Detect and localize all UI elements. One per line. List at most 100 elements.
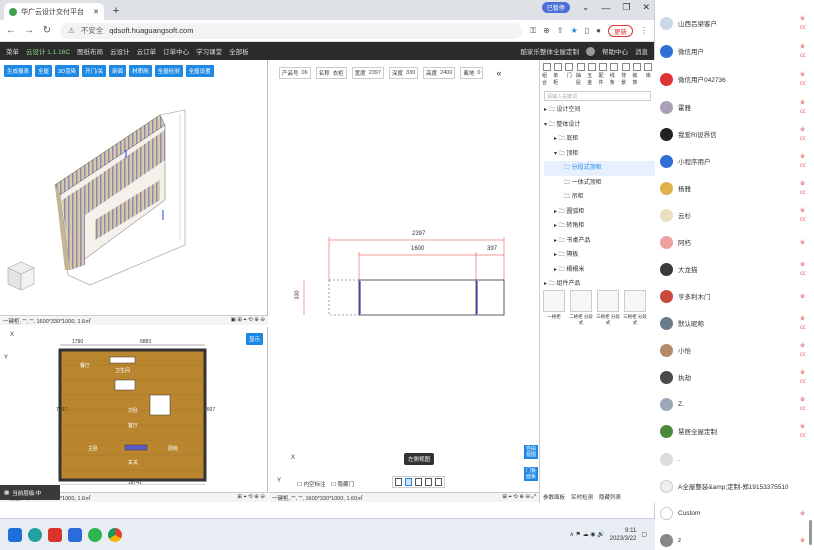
chat-item[interactable]: 微信用户 ※ ㏄ xyxy=(660,41,812,61)
url-bar[interactable]: ⚠ 不安全 qdsoft.huaguangsoft.com xyxy=(60,22,523,39)
view-tools-icon[interactable]: ▣ ⊞ ⌖ ⟲ ⊕ ⊖ xyxy=(231,317,265,324)
appbar-right-item[interactable]: 消息 xyxy=(635,46,648,56)
tree-item[interactable]: ▸ 🗀 转角柜 xyxy=(544,219,655,234)
category-item[interactable]: 背景 xyxy=(621,63,630,86)
category-item[interactable]: 单柜 xyxy=(553,63,562,86)
panel-link[interactable]: 隐藏列表 xyxy=(599,493,621,501)
chat-item[interactable]: 小怡 ※ ㏄ xyxy=(660,340,812,360)
appbar-item[interactable]: 全部板 xyxy=(229,46,249,56)
chat-item[interactable]: 阿朽 ※ xyxy=(660,232,812,252)
free-view-button[interactable]: 自由视图 xyxy=(524,445,538,459)
elev-tools-icon[interactable]: ⊞ ⌖ ⟲ ⊕ ⊖ ⤢ xyxy=(502,494,536,501)
level-indicator[interactable]: ▦ 当前层级:中 xyxy=(0,485,60,500)
tray-icons[interactable]: ∧ ⚑ ☁ ◉ 🔊 xyxy=(569,531,604,538)
appbar-item[interactable]: 云订单 xyxy=(137,46,157,56)
param-field[interactable]: 深度 330 xyxy=(388,67,419,79)
new-tab-button[interactable]: + xyxy=(109,4,123,18)
tab-search-icon[interactable]: ⌄ xyxy=(582,2,590,13)
product-thumb[interactable]: 二格柜 分段式 xyxy=(569,290,593,326)
tree-item[interactable]: ▸ 🗀 设计空间 xyxy=(544,103,655,118)
clock[interactable]: 9:11 2023/3/22 xyxy=(610,527,637,543)
chat-item[interactable]: 杨雅 ※ ㏄ xyxy=(660,178,812,198)
door-panel-button[interactable]: 门板面板 xyxy=(524,467,538,481)
param-field[interactable]: 高度 2400 xyxy=(423,67,456,79)
plan-tools-icon[interactable]: ⊞ ⌖ ⟲ ⊕ ⊖ xyxy=(237,494,265,501)
user-avatar[interactable] xyxy=(586,46,595,56)
appbar-item[interactable]: 学习课堂 xyxy=(196,46,222,56)
back-view-icon[interactable] xyxy=(435,478,442,486)
category-item[interactable]: 组合 xyxy=(542,63,551,86)
edge-icon[interactable] xyxy=(28,527,42,542)
param-field[interactable]: 离地 0 xyxy=(460,67,484,79)
chat-item[interactable]: 执劫 ※ ㏄ xyxy=(660,367,812,387)
panel-link[interactable]: 参数面板 xyxy=(543,493,565,501)
notification-icon[interactable]: ▢ xyxy=(641,531,647,538)
category-item[interactable]: 门 xyxy=(565,63,574,86)
panel-link[interactable]: 实时检测 xyxy=(571,493,593,501)
update-button[interactable]: 更新 xyxy=(608,24,633,37)
chat-item[interactable]: 默认昵称 ※ ㏄ xyxy=(660,313,812,333)
category-item[interactable]: 装饰 xyxy=(632,63,642,86)
browser-tab[interactable]: 华广云设计交付平台 ✕ xyxy=(4,3,104,20)
product-thumb[interactable]: 三格柜 分段式 xyxy=(623,290,647,326)
chat-item[interactable]: z ※ xyxy=(660,530,812,550)
right-view-icon[interactable] xyxy=(415,478,422,486)
category-item[interactable]: 五金 xyxy=(587,63,596,86)
tree-item[interactable]: ▸ 🗀 隔板 xyxy=(544,248,655,263)
warning-icon[interactable]: ⚠ xyxy=(68,26,75,35)
mail-icon[interactable] xyxy=(68,527,82,542)
collapse-icon[interactable]: « xyxy=(496,68,501,78)
reload-icon[interactable]: ↻ xyxy=(42,25,52,36)
profile-button[interactable]: 已暂停 xyxy=(541,2,570,13)
param-field[interactable]: 名称 衣柜 xyxy=(315,67,347,79)
tree-item[interactable]: ▸ 🗀 书桌产品 xyxy=(544,234,655,249)
account-icon[interactable]: ● xyxy=(596,26,601,35)
forward-icon[interactable]: → xyxy=(24,25,34,36)
back-icon[interactable]: ← xyxy=(6,25,16,36)
chat-item[interactable]: . xyxy=(660,449,812,469)
security-label[interactable]: 不安全 xyxy=(81,25,104,36)
product-thumb[interactable]: 一格柜 xyxy=(542,290,566,326)
view-3d-pane[interactable]: 生成报表 全屋 3D渲染 开门/关 剖面 材质刷 全屋检测 全屋设置 xyxy=(0,60,268,315)
param-field[interactable]: 宽度 2397 xyxy=(351,67,384,79)
top-view-icon[interactable] xyxy=(425,478,432,486)
param-field[interactable]: 产品号 06 xyxy=(279,67,311,79)
windows-start-icon[interactable] xyxy=(8,527,22,542)
chat-item[interactable]: 微信用户042736 ※ ㏄ xyxy=(660,69,812,89)
tree-item[interactable]: ▸ 🗀 底柜 xyxy=(544,132,655,147)
elevation-drawing[interactable] xyxy=(269,225,539,345)
wps-icon[interactable] xyxy=(48,527,62,542)
elevation-pane[interactable]: 产品号 06 名称 衣柜 宽度 2397 深度 330 高度 2400 离地 0 « xyxy=(269,60,539,503)
restore-button[interactable]: ❐ xyxy=(622,2,630,13)
product-thumb[interactable]: 三格柜 分段式 xyxy=(596,290,620,326)
bookmark-star-icon[interactable]: ★ xyxy=(571,26,578,35)
chat-item[interactable]: 山西吕梁客户 ※ ㏄ xyxy=(660,13,812,33)
chat-item[interactable]: 大龙猫 ※ ㏄ xyxy=(660,259,812,279)
appbar-item[interactable]: 图纸布局 xyxy=(77,46,103,56)
app-menu-button[interactable]: 菜单 xyxy=(6,46,19,56)
chrome-icon[interactable] xyxy=(108,527,122,542)
left-view-icon[interactable] xyxy=(405,478,412,486)
chat-scrollbar[interactable] xyxy=(809,520,812,545)
hide-door-checkbox[interactable]: ☐ 隐藏门 xyxy=(331,480,354,488)
chat-item[interactable]: Z. ※ ㏄ xyxy=(660,394,812,414)
category-item[interactable]: 线条 xyxy=(610,63,619,86)
url-text[interactable]: qdsoft.huaguangsoft.com xyxy=(109,26,193,35)
plan-2d-pane[interactable]: X Y 显示 1790 6883 7607 7607 18741 餐厅 卫生间 … xyxy=(0,327,268,492)
chat-item[interactable]: A全屋整装&amp;定制-郑19153375510 xyxy=(660,476,812,496)
chat-item[interactable]: 小程序用户 ※ ㏄ xyxy=(660,151,812,171)
tree-item-selected[interactable]: 🗀 分段式顶柜 xyxy=(544,161,655,176)
chat-item[interactable]: 霍雅 ※ ㏄ xyxy=(660,97,812,117)
tree-item[interactable]: ▾ 🗀 顶柜 xyxy=(544,147,655,162)
appbar-item[interactable]: 订单中心 xyxy=(163,46,189,56)
minimize-button[interactable]: — xyxy=(601,3,610,13)
appbar-item[interactable]: 云设计 xyxy=(110,46,130,56)
front-view-icon[interactable] xyxy=(395,478,402,486)
zoom-icon[interactable]: ⊕ xyxy=(543,26,550,35)
category-item[interactable]: 抽屉 xyxy=(576,63,585,86)
category-item[interactable]: 配件 xyxy=(598,63,608,86)
share-icon[interactable]: ⇪ xyxy=(557,26,564,35)
chat-item[interactable]: 我爱Ri设界信 ※ ㏄ xyxy=(660,124,812,144)
category-item[interactable]: 库 xyxy=(644,63,653,86)
inner-label-checkbox[interactable]: ☐ 内空标注 xyxy=(297,480,325,488)
